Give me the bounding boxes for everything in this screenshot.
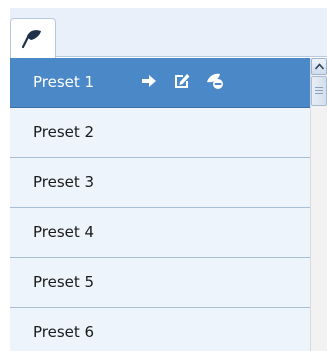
- scroll-thumb[interactable]: [311, 76, 327, 106]
- grip-line: [315, 90, 323, 91]
- preset-label: Preset 3: [33, 173, 95, 191]
- grip-line: [315, 93, 323, 94]
- list-item-preset-3[interactable]: Preset 3: [10, 158, 310, 208]
- chevron-up-icon: [315, 63, 324, 70]
- tab-presets[interactable]: [10, 18, 56, 58]
- preset-label: Preset 4: [33, 223, 95, 241]
- preset-label: Preset 1: [33, 73, 95, 91]
- scroll-up-button[interactable]: [311, 58, 327, 75]
- grip-line: [315, 87, 323, 88]
- preset-label: Preset 5: [33, 273, 95, 291]
- list-item-preset-6[interactable]: Preset 6: [10, 308, 310, 351]
- call-preset-button[interactable]: [138, 70, 160, 92]
- preset-list: Preset 1 Preset 2 Preset 3 Preset 4 Pres…: [10, 58, 310, 351]
- arrow-right-icon: [142, 75, 156, 87]
- edit-icon: [175, 74, 190, 88]
- flag-icon: [21, 30, 41, 49]
- list-item-preset-5[interactable]: Preset 5: [10, 258, 310, 308]
- list-item-preset-2[interactable]: Preset 2: [10, 108, 310, 158]
- vertical-scrollbar[interactable]: [310, 58, 327, 351]
- tab-strip: [10, 8, 327, 58]
- set-preset-button[interactable]: [171, 70, 193, 92]
- preset-panel: Preset 1 Preset 2 Preset 3 Preset 4 Pres…: [10, 8, 327, 351]
- preset-label: Preset 2: [33, 123, 95, 141]
- list-item-preset-4[interactable]: Preset 4: [10, 208, 310, 258]
- clear-icon: [207, 73, 223, 89]
- preset-label: Preset 6: [33, 323, 95, 341]
- list-item-preset-1[interactable]: Preset 1: [10, 58, 310, 108]
- clear-preset-button[interactable]: [204, 70, 226, 92]
